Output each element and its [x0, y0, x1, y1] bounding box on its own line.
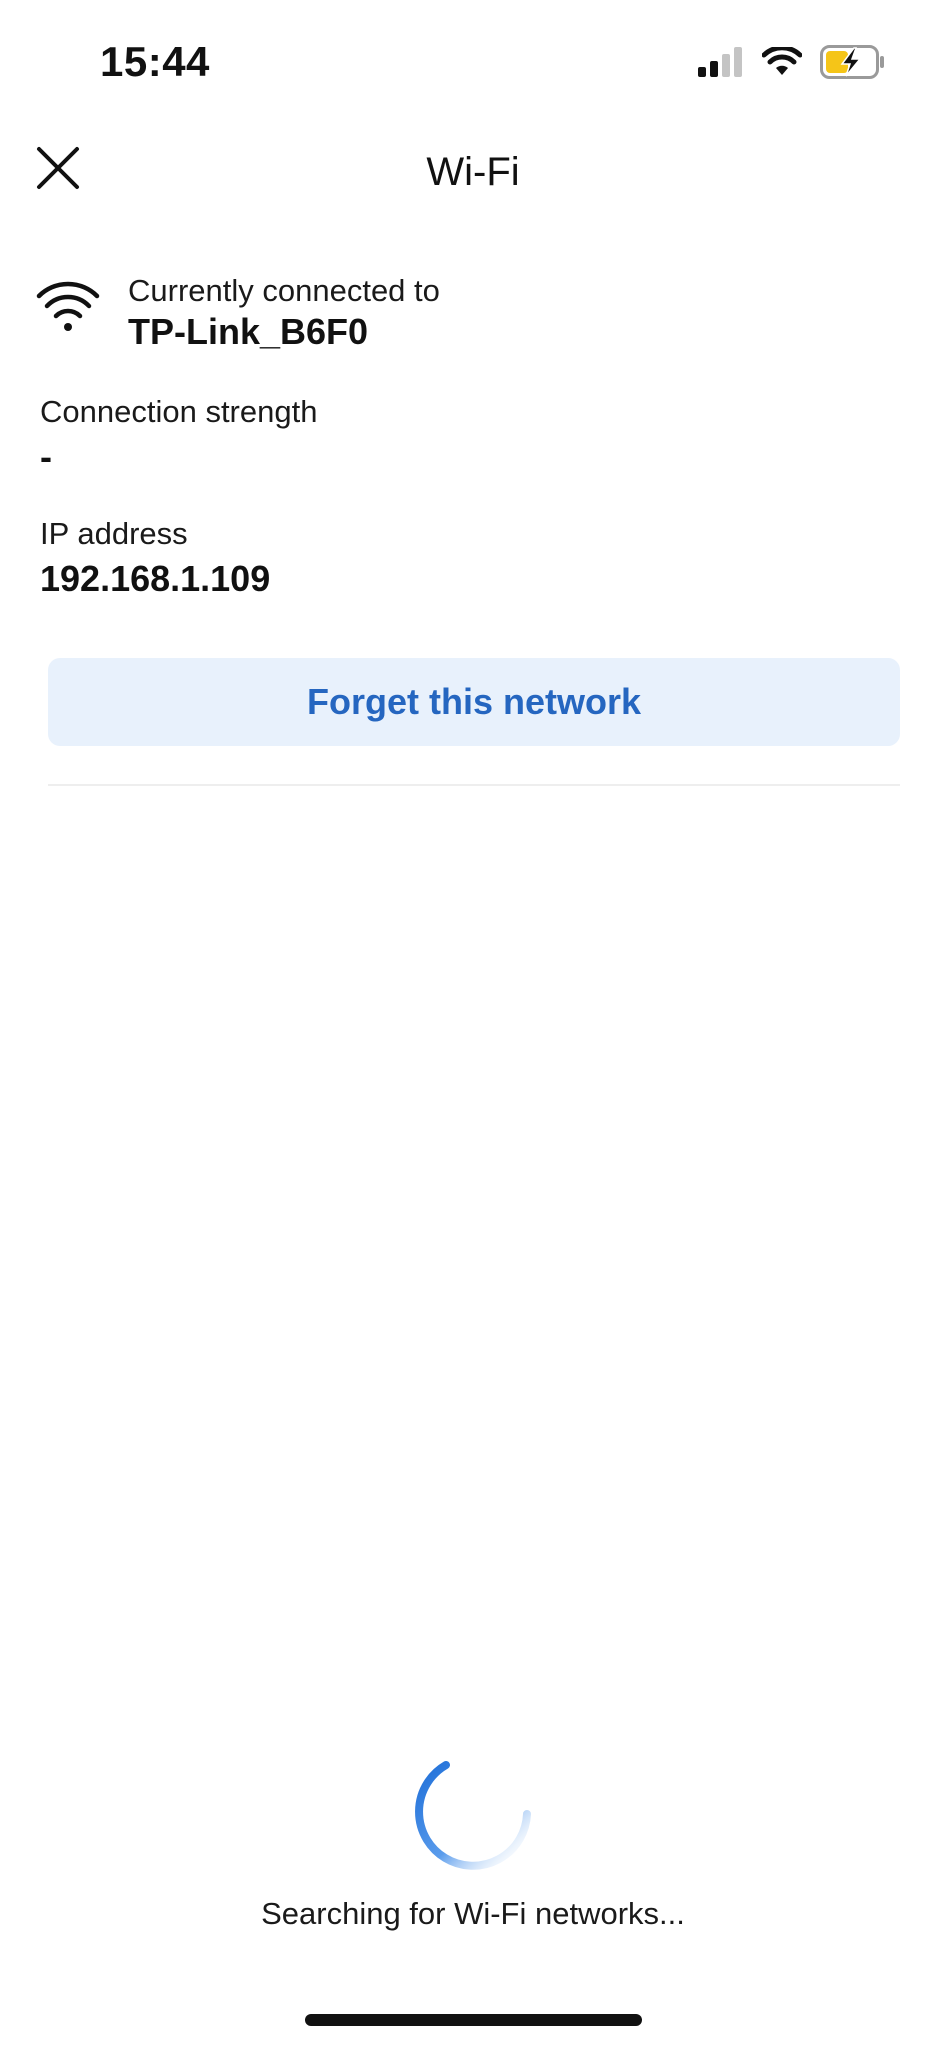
searching-status: Searching for Wi-Fi networks... — [261, 1896, 685, 1931]
battery-charging-icon — [820, 44, 886, 84]
current-connection: Currently connected to TP-Link_B6F0 — [36, 265, 916, 365]
connection-strength: Connection strength - — [40, 392, 900, 480]
status-time: 15:44 — [100, 38, 210, 85]
cellular-signal-icon — [698, 46, 744, 82]
loading-spinner-icon — [410, 1751, 536, 1877]
connected-label: Currently connected to — [128, 273, 440, 308]
ip-address: IP address 192.168.1.109 — [40, 514, 900, 602]
page-title: Wi-Fi — [426, 150, 520, 194]
wifi-icon — [36, 279, 100, 333]
forget-network-button[interactable]: Forget this network — [48, 658, 900, 746]
status-bar: 15:44 — [0, 0, 946, 120]
network-name: TP-Link_B6F0 — [128, 311, 369, 352]
strength-value: - — [40, 436, 52, 477]
home-indicator[interactable] — [305, 2014, 642, 2026]
wifi-status-icon — [761, 44, 803, 82]
ip-label: IP address — [40, 516, 188, 551]
nav-bar: Wi-Fi — [0, 120, 946, 230]
status-icons — [698, 44, 886, 84]
ip-value: 192.168.1.109 — [40, 558, 271, 599]
strength-label: Connection strength — [40, 394, 318, 429]
divider — [48, 784, 900, 786]
